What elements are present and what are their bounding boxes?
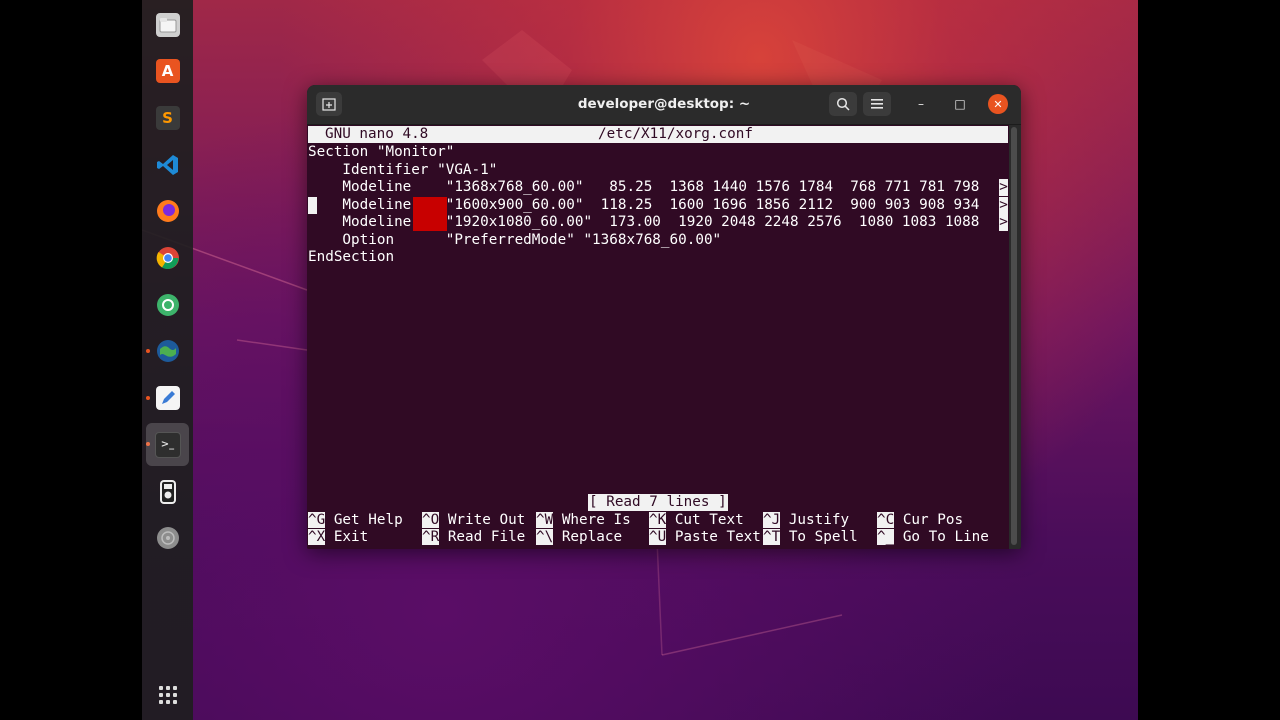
nano-header-bar: GNU nano 4.8 /etc/X11/xorg.conf — [308, 126, 1008, 143]
close-button[interactable]: ✕ — [988, 94, 1008, 114]
vscode-icon — [156, 153, 180, 177]
highlight-marker — [413, 197, 447, 214]
dock-terminal[interactable]: >_ — [146, 423, 189, 466]
line-continues-indicator: > — [999, 197, 1008, 214]
text-cursor — [308, 197, 317, 214]
editor-line-6: Option "PreferredMode" "1368x768_60.00" — [308, 232, 722, 248]
software-center-icon: A — [155, 58, 180, 83]
close-icon: ✕ — [993, 97, 1003, 111]
dock-sublime-text[interactable]: S — [146, 96, 189, 139]
shortcut-get-help[interactable]: ^G Get Help — [308, 512, 403, 529]
editor-line-1: Section "Monitor" — [308, 144, 455, 160]
line-continues-indicator: > — [999, 179, 1008, 196]
terminal-icon: >_ — [154, 431, 181, 458]
titlebar[interactable]: developer@desktop: ~ – □ ✕ — [307, 85, 1021, 125]
chrome-icon — [156, 246, 180, 270]
shortcut-replace[interactable]: ^\ Replace — [536, 529, 622, 546]
dock-globe-browser[interactable] — [146, 329, 189, 372]
disc-icon — [156, 526, 180, 550]
terminal-window: developer@desktop: ~ – □ ✕ GNU nano 4.8 … — [307, 85, 1021, 549]
shortcut-read-file[interactable]: ^R Read File — [422, 529, 525, 546]
maximize-icon: □ — [954, 97, 966, 111]
files-icon — [155, 12, 180, 37]
minimize-button[interactable]: – — [911, 94, 931, 114]
editor-line-4: Modeline "1600x900_60.00" 118.25 1600 16… — [308, 197, 988, 213]
editor-line-2: Identifier "VGA-1" — [308, 162, 498, 178]
dock-files[interactable] — [146, 3, 189, 46]
dock: A S >_ — [142, 0, 193, 720]
minimize-icon: – — [918, 97, 924, 111]
app-icon — [156, 293, 180, 317]
text-editor-icon — [155, 385, 180, 410]
firefox-icon — [156, 199, 180, 223]
scrollbar-thumb[interactable] — [1011, 127, 1017, 545]
shortcut-justify[interactable]: ^J Justify — [763, 512, 849, 529]
shortcut-write-out[interactable]: ^O Write Out — [422, 512, 525, 529]
dock-chrome[interactable] — [146, 236, 189, 279]
shortcut-go-to-line[interactable]: ^_ Go To Line — [877, 529, 989, 546]
dock-media-player[interactable] — [146, 470, 189, 513]
dock-software-center[interactable]: A — [146, 49, 189, 92]
menu-button[interactable] — [863, 92, 891, 116]
dock-app[interactable] — [146, 283, 189, 326]
shortcut-to-spell[interactable]: ^T To Spell — [763, 529, 858, 546]
search-icon — [836, 97, 850, 111]
editor-line-7: EndSection — [308, 249, 395, 265]
nano-version: GNU nano 4.8 — [325, 126, 429, 142]
dock-vscode[interactable] — [146, 143, 189, 186]
highlight-marker — [413, 214, 447, 231]
status-message: [ Read 7 lines ] — [588, 494, 728, 511]
dock-text-editor[interactable] — [146, 376, 189, 419]
globe-browser-icon — [156, 339, 180, 363]
show-applications-icon[interactable] — [159, 686, 177, 704]
hamburger-menu-icon — [871, 99, 883, 109]
editor-line-5: Modeline "1920x1080_60.00" 173.00 1920 2… — [308, 214, 988, 230]
nano-filename: /etc/X11/xorg.conf — [598, 126, 753, 142]
sublime-text-icon: S — [155, 105, 180, 130]
search-button[interactable] — [829, 92, 857, 116]
shortcut-exit[interactable]: ^X Exit — [308, 529, 368, 546]
media-player-icon — [159, 479, 176, 504]
dock-firefox[interactable] — [146, 189, 189, 232]
maximize-button[interactable]: □ — [950, 94, 970, 114]
shortcut-paste-text[interactable]: ^U Paste Text — [649, 529, 761, 546]
dock-disc[interactable] — [146, 516, 189, 559]
editor-line-3: Modeline "1368x768_60.00" 85.25 1368 144… — [308, 179, 988, 195]
shortcut-cur-pos[interactable]: ^C Cur Pos — [877, 512, 963, 529]
shortcut-where-is[interactable]: ^W Where Is — [536, 512, 631, 529]
line-continues-indicator: > — [999, 214, 1008, 231]
terminal-content[interactable]: GNU nano 4.8 /etc/X11/xorg.conf Section … — [307, 125, 1009, 549]
shortcut-cut-text[interactable]: ^K Cut Text — [649, 512, 744, 529]
